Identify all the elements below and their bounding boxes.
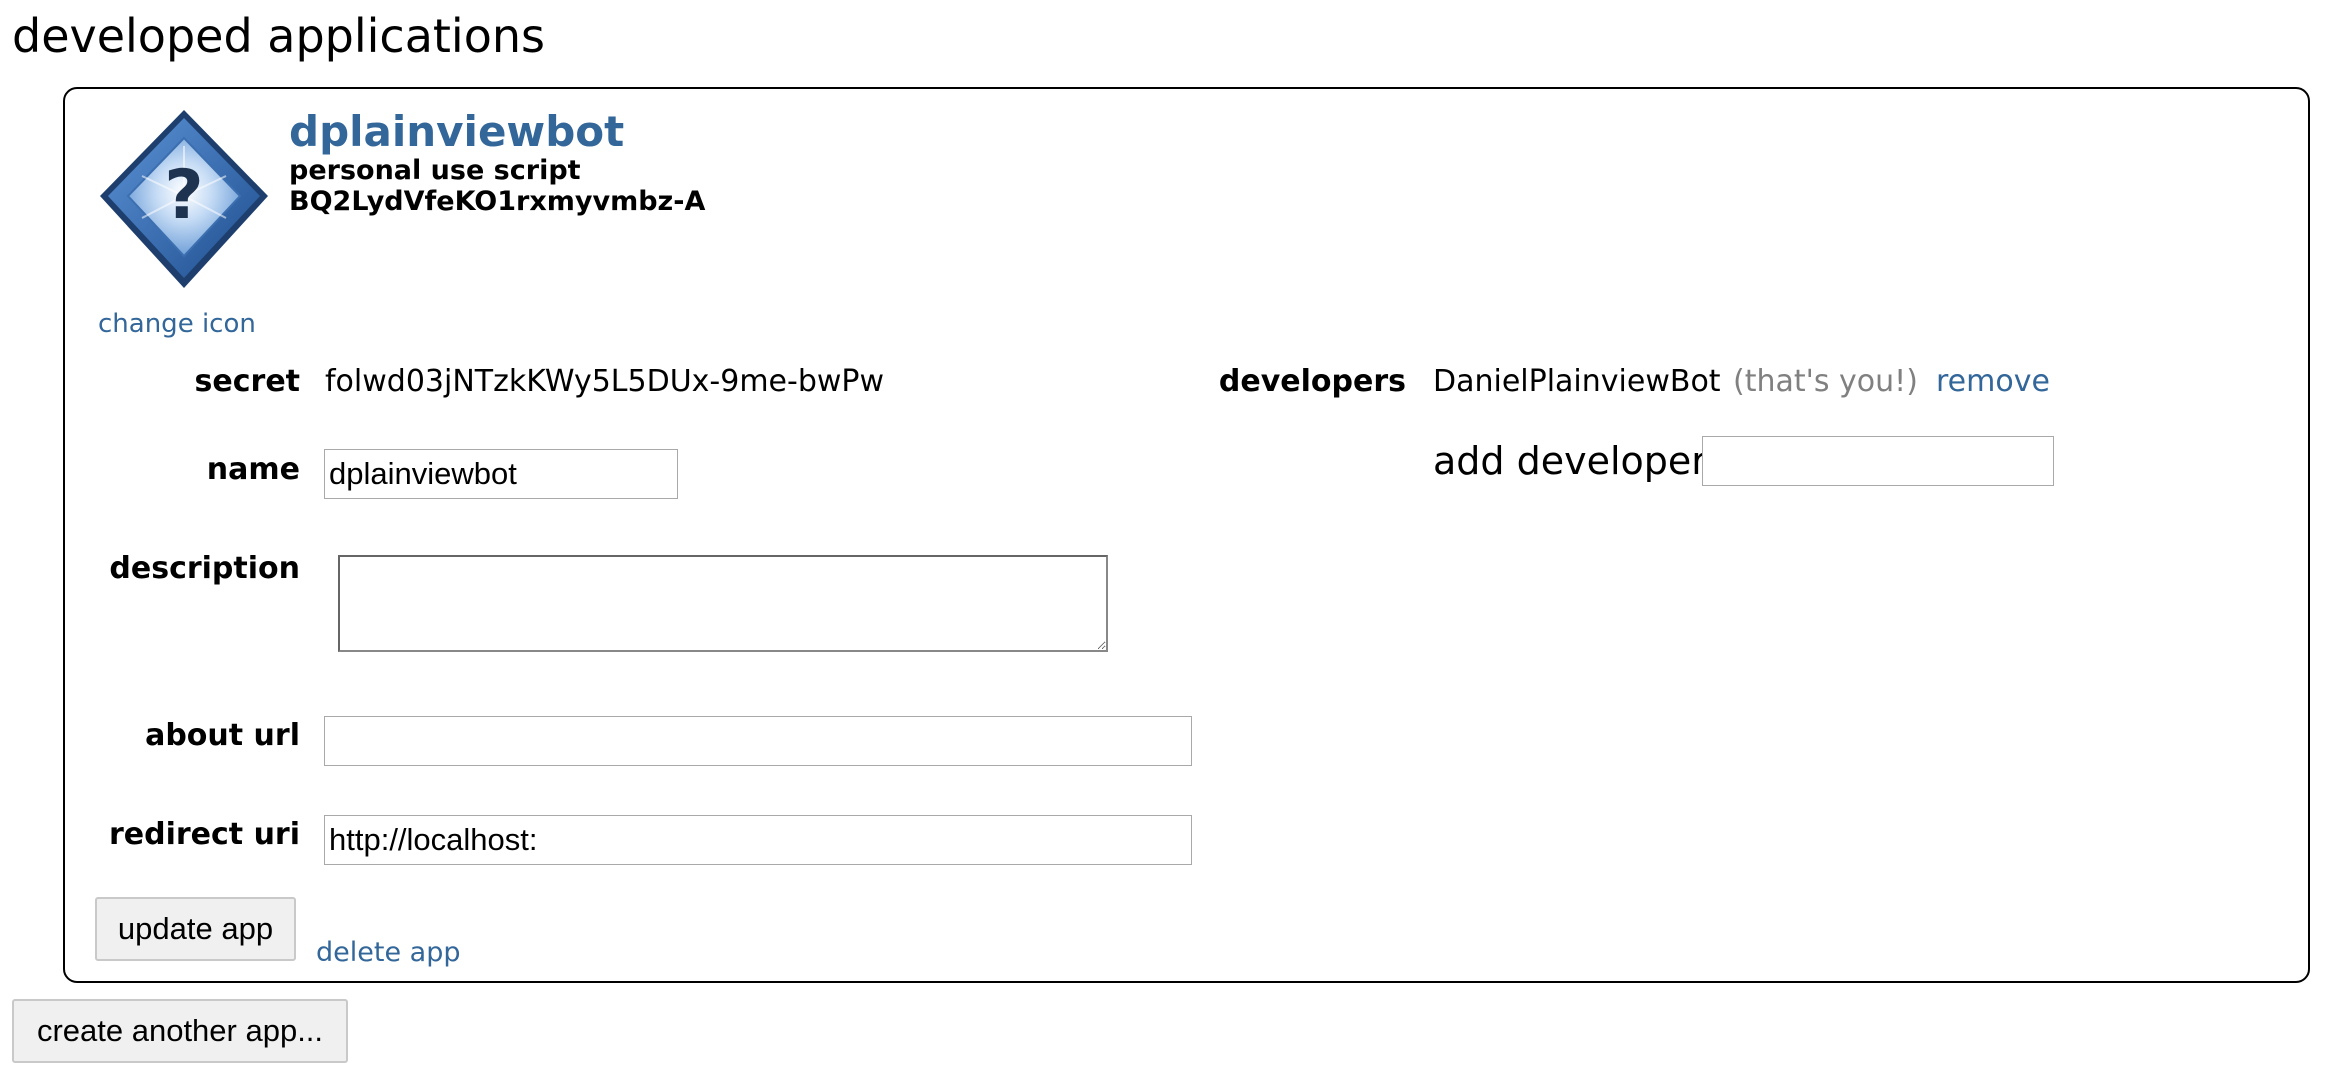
developer-name: DanielPlainviewBot [1433,364,1721,399]
add-developer-input[interactable] [1702,436,2054,486]
app-type: personal use script [289,155,581,186]
add-developer-label: add developer: [1433,439,1720,483]
about-url-input[interactable] [324,716,1192,766]
name-label: name [206,452,300,487]
secret-value: folwd03jNTzkKWy5L5DUx-9me-bwPw [325,364,885,399]
developers-label: developers [1218,364,1406,399]
svg-text:?: ? [164,156,203,235]
description-label: description [109,551,300,586]
redirect-uri-label: redirect uri [108,817,300,852]
description-textarea[interactable] [338,555,1108,652]
about-url-label: about url [145,718,300,753]
update-app-button[interactable]: update app [95,897,296,961]
page-title: developed applications [12,9,545,63]
question-mark-diamond-icon: ? [96,106,272,292]
create-another-app-button[interactable]: create another app... [12,999,348,1063]
change-icon-link[interactable]: change icon [98,306,256,342]
remove-developer-link[interactable]: remove [1936,362,2050,402]
app-name: dplainviewbot [289,107,625,156]
delete-app-link[interactable]: delete app [316,935,460,971]
redirect-uri-input[interactable] [324,815,1192,865]
secret-label: secret [194,364,300,399]
name-input[interactable] [324,449,678,499]
app-client-id: BQ2LydVfeKO1rxmyvmbz-A [289,186,706,217]
self-note: (that's you!) [1733,364,1918,399]
